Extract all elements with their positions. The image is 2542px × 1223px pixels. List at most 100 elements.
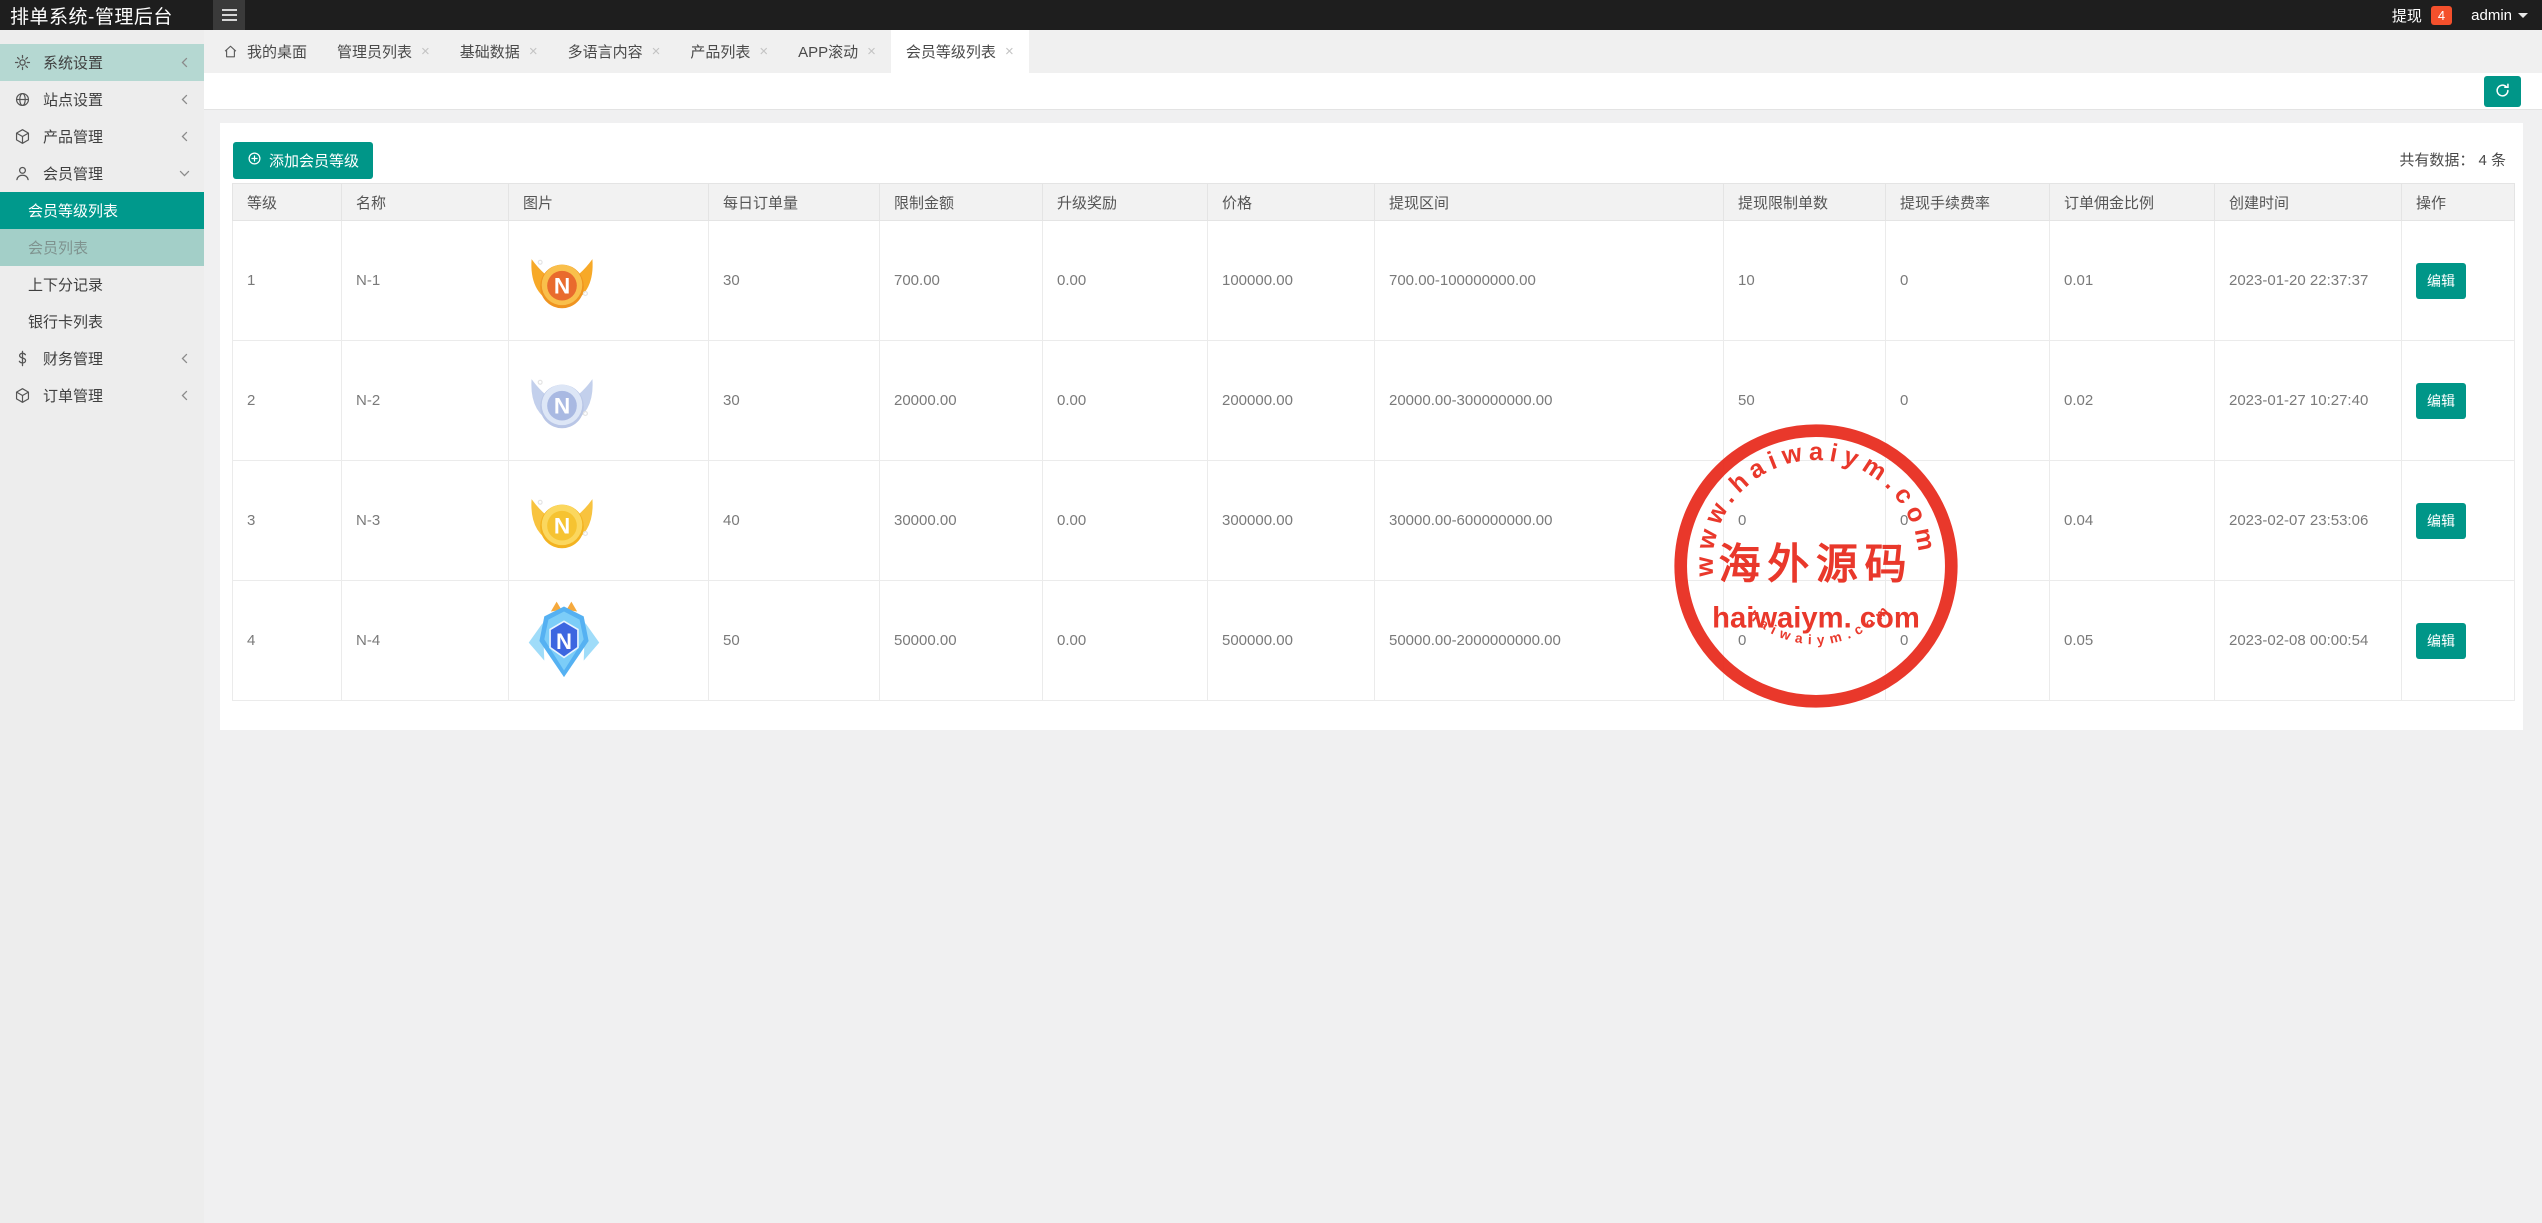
svg-text:N: N — [554, 273, 570, 298]
user-icon — [13, 165, 31, 183]
username: admin — [2471, 6, 2512, 24]
column-header-名称: 名称 — [341, 183, 509, 221]
cell-withdraw-range: 20000.00-300000000.00 — [1374, 340, 1724, 461]
cell-image: N — [508, 580, 709, 701]
sidebar-item-label: 上下分记录 — [28, 277, 104, 294]
column-header-提现手续费率: 提现手续费率 — [1885, 183, 2050, 221]
tab-label: 多语言内容 — [567, 44, 643, 61]
cell-name: N-2 — [341, 340, 509, 461]
column-header-操作: 操作 — [2401, 183, 2515, 221]
refresh-button[interactable] — [2484, 76, 2521, 107]
cell-limit-amount: 50000.00 — [879, 580, 1043, 701]
cell-upgrade-reward: 0.00 — [1042, 580, 1208, 701]
svg-text:N: N — [554, 393, 570, 418]
sidebar-item-订单管理[interactable]: 订单管理 — [0, 377, 204, 414]
edit-button[interactable]: 编辑 — [2416, 622, 2466, 659]
cell-order-commission-rate: 0.04 — [2049, 460, 2215, 581]
cell-withdraw-range: 50000.00-2000000000.00 — [1374, 580, 1724, 701]
app-title: 排单系统-管理后台 — [10, 6, 173, 28]
withdraw-count-badge[interactable]: 4 — [2430, 5, 2453, 25]
cell-limit-amount: 20000.00 — [879, 340, 1043, 461]
tab-产品列表[interactable]: 产品列表 × — [675, 30, 783, 73]
cell-upgrade-reward: 0.00 — [1042, 340, 1208, 461]
cell-withdraw-range: 700.00-100000000.00 — [1374, 220, 1724, 341]
level-badge-image-gold-medal: N — [523, 498, 601, 548]
cell-price: 100000.00 — [1207, 220, 1375, 341]
plus-circle-icon — [247, 151, 262, 170]
cell-image: N — [508, 220, 709, 341]
chevron-left-icon — [178, 56, 191, 69]
total-count-text: 共有数据： 4 条 — [2399, 152, 2506, 169]
chevron-down-icon — [178, 167, 191, 180]
cell-order-commission-rate: 0.01 — [2049, 220, 2215, 341]
edit-button[interactable]: 编辑 — [2416, 502, 2466, 539]
column-header-限制金额: 限制金额 — [879, 183, 1043, 221]
column-header-订单佣金比例: 订单佣金比例 — [2049, 183, 2215, 221]
sidebar-item-站点设置[interactable]: 站点设置 — [0, 81, 204, 118]
cell-price: 500000.00 — [1207, 580, 1375, 701]
cell-action: 编辑 — [2401, 340, 2515, 461]
cell-level: 2 — [232, 340, 342, 461]
chevron-left-icon — [178, 389, 191, 402]
cell-upgrade-reward: 0.00 — [1042, 220, 1208, 341]
cell-withdraw-range: 30000.00-600000000.00 — [1374, 460, 1724, 581]
sidebar-item-会员列表[interactable]: 会员列表 — [0, 229, 204, 266]
cell-limit-amount: 700.00 — [879, 220, 1043, 341]
cube-icon — [13, 128, 31, 146]
svg-text:N: N — [554, 513, 570, 538]
sidebar-item-财务管理[interactable]: 财务管理 — [0, 340, 204, 377]
close-icon[interactable]: × — [867, 44, 876, 59]
close-icon[interactable]: × — [1005, 44, 1014, 59]
chevron-down-icon — [2518, 12, 2528, 18]
edit-button[interactable]: 编辑 — [2416, 382, 2466, 419]
sidebar-item-label: 订单管理 — [43, 388, 104, 405]
refresh-icon — [2494, 82, 2511, 102]
table-row-level-1: 1 N-1 N 30 700.00 0.00 100000.00 700.00-1000000… — [232, 220, 2515, 341]
table-header-row: 等级 名称 图片 每日订单量 限制金额 升级奖励 价格 提现区间 提现限制单数 提现手续费率 订单佣… — [232, 183, 2515, 221]
cell-image: N — [508, 460, 709, 581]
withdraw-link[interactable]: 提现 — [2392, 5, 2422, 26]
sidebar-item-银行卡列表[interactable]: 银行卡列表 — [0, 303, 204, 340]
close-icon[interactable]: × — [529, 44, 538, 59]
svg-text:N: N — [556, 629, 572, 654]
app-header: 排单系统-管理后台 提现 4 admin — [0, 0, 2542, 30]
close-icon[interactable]: × — [759, 44, 768, 59]
gear-icon — [13, 54, 31, 72]
tab-我的桌面[interactable]: 我的桌面 — [208, 30, 322, 73]
close-icon[interactable]: × — [652, 44, 661, 59]
tab-label: 基础数据 — [459, 44, 520, 61]
user-menu[interactable]: admin — [2471, 7, 2528, 24]
chevron-left-icon — [178, 93, 191, 106]
sidebar-item-系统设置[interactable]: 系统设置 — [0, 44, 204, 81]
header-right: 提现 4 admin — [2392, 5, 2528, 26]
cell-level: 4 — [232, 580, 342, 701]
cell-action: 编辑 — [2401, 580, 2515, 701]
sidebar-item-label: 会员列表 — [28, 240, 89, 257]
column-header-提现限制单数: 提现限制单数 — [1723, 183, 1886, 221]
cell-action: 编辑 — [2401, 220, 2515, 341]
tab-管理员列表[interactable]: 管理员列表 × — [322, 30, 445, 73]
level-badge-image-silver-medal: N — [523, 378, 601, 428]
tab-APP滚动[interactable]: APP滚动 × — [783, 30, 891, 73]
tab-多语言内容[interactable]: 多语言内容 × — [553, 30, 676, 73]
sidebar-item-label: 系统设置 — [43, 55, 104, 72]
cell-created-at: 2023-01-27 10:27:40 — [2214, 340, 2402, 461]
sidebar-item-上下分记录[interactable]: 上下分记录 — [0, 266, 204, 303]
cell-daily-orders: 50 — [708, 580, 880, 701]
sidebar-item-产品管理[interactable]: 产品管理 — [0, 118, 204, 155]
tab-label: 我的桌面 — [247, 44, 308, 61]
sidebar-item-label: 银行卡列表 — [28, 314, 104, 331]
tab-基础数据[interactable]: 基础数据 × — [445, 30, 553, 73]
column-header-创建时间: 创建时间 — [2214, 183, 2402, 221]
close-icon[interactable]: × — [421, 44, 430, 59]
add-member-level-button[interactable]: 添加会员等级 — [233, 142, 374, 179]
sidebar-item-label: 产品管理 — [43, 129, 104, 146]
edit-button[interactable]: 编辑 — [2416, 262, 2466, 299]
menu-toggle-button[interactable] — [213, 0, 245, 30]
level-badge-image-orange-medal: N — [523, 258, 601, 308]
column-header-图片: 图片 — [508, 183, 709, 221]
sidebar-item-会员等级列表[interactable]: 会员等级列表 — [0, 192, 204, 229]
add-button-label: 添加会员等级 — [269, 153, 360, 170]
tab-会员等级列表[interactable]: 会员等级列表 × — [890, 30, 1029, 73]
sidebar-item-会员管理[interactable]: 会员管理 — [0, 155, 204, 192]
